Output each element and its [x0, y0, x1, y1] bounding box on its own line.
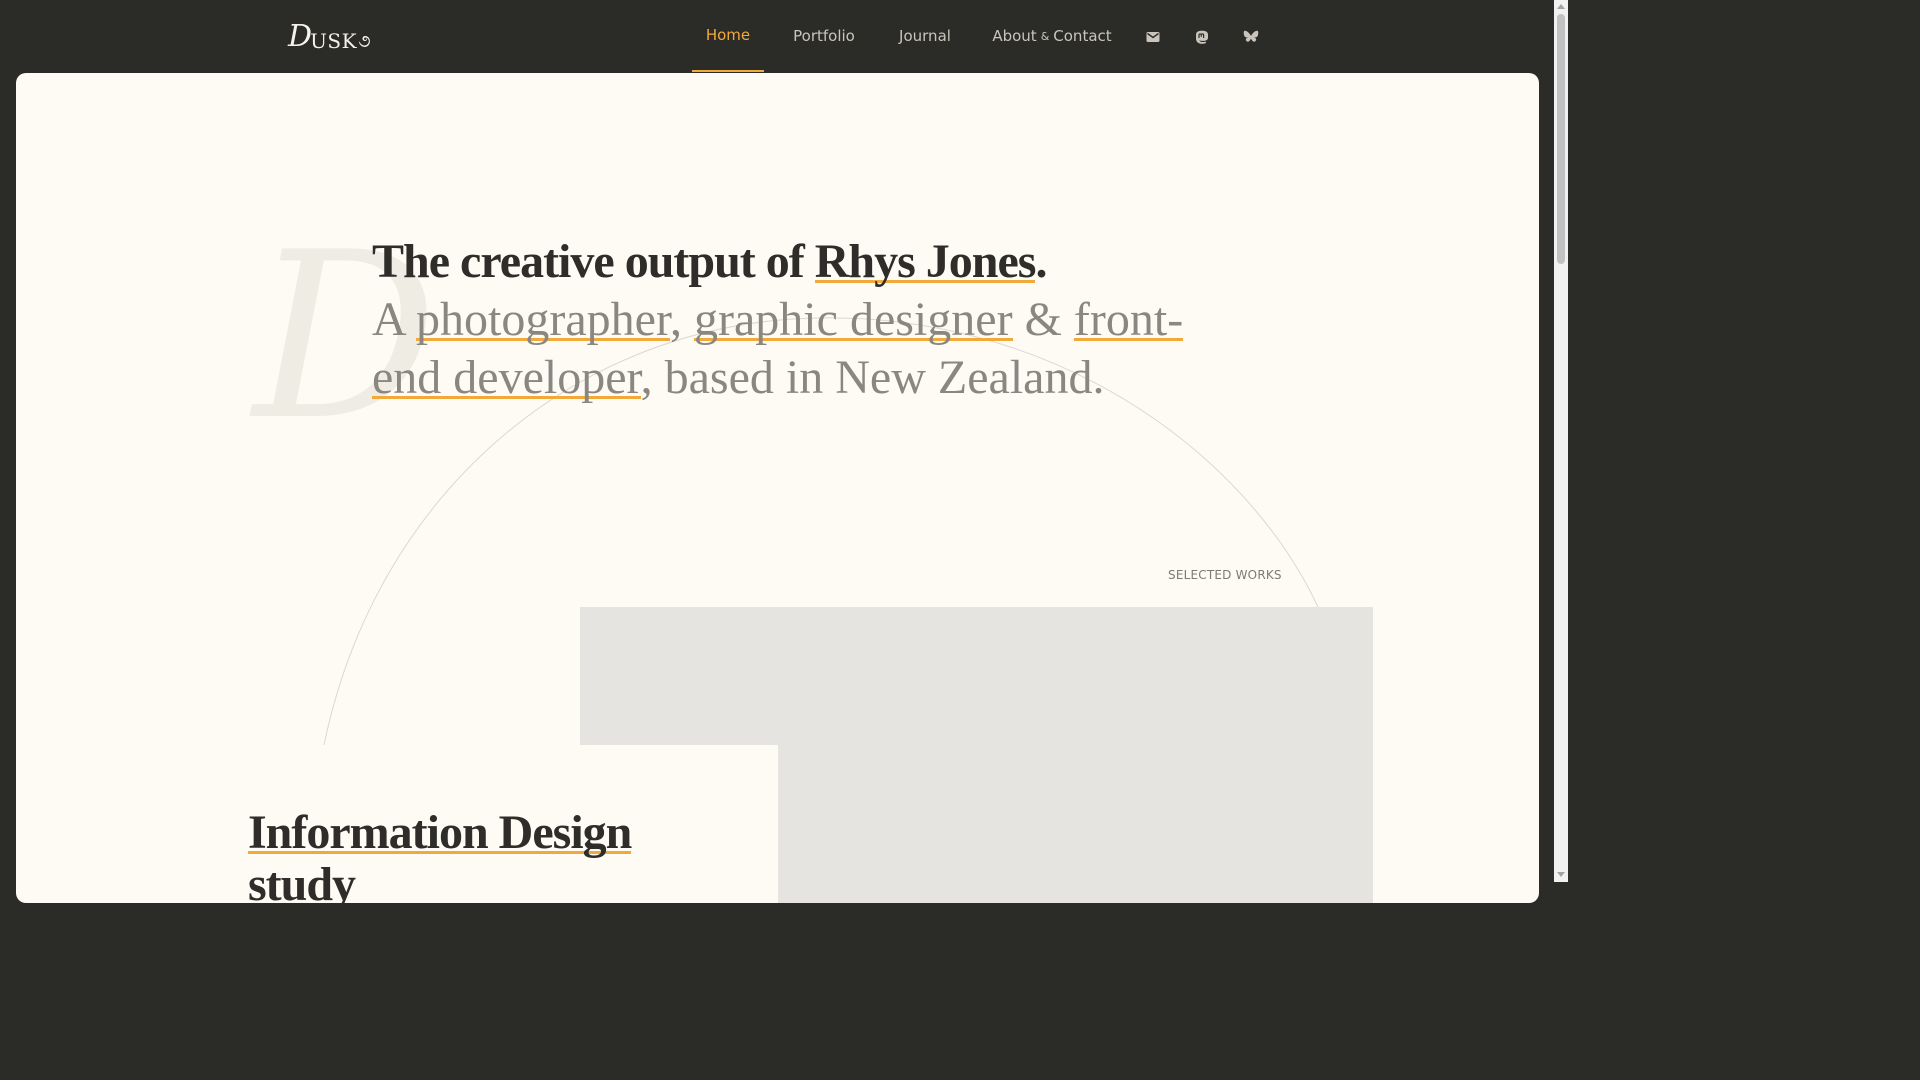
photographer-link[interactable]: photographer: [416, 293, 671, 346]
hero-separator: &: [1012, 293, 1074, 346]
nav-journal[interactable]: Journal: [892, 0, 958, 72]
hero-intro: A: [372, 293, 417, 346]
nav-about-contact[interactable]: About & Contact: [990, 0, 1114, 72]
nav-home[interactable]: Home: [692, 0, 764, 72]
main-nav: Home Portfolio Journal About & Contact: [0, 0, 1554, 73]
author-name-link[interactable]: Rhys Jones: [814, 235, 1036, 288]
scroll-up-arrow-icon[interactable]: [1557, 4, 1565, 9]
hero-period: .: [1035, 235, 1047, 288]
scrollbar-thumb[interactable]: [1557, 14, 1565, 264]
nav-ampersand: &: [1040, 29, 1050, 43]
bluesky-icon[interactable]: [1242, 28, 1260, 46]
scroll-down-arrow-icon[interactable]: [1557, 872, 1565, 877]
nav-contact-label: Contact: [1053, 27, 1112, 45]
mastodon-icon[interactable]: [1193, 28, 1211, 46]
site-header: D USK ૭ Home Portfolio Journal About & C…: [0, 0, 1554, 73]
hero-headline: The creative output of Rhys Jones.: [372, 233, 1252, 291]
page-scrollbar[interactable]: [1554, 0, 1568, 882]
hero-location: , based in New Zealand.: [640, 351, 1105, 404]
main-content: D The creative output of Rhys Jones. A p…: [16, 73, 1539, 903]
graphic-designer-link[interactable]: graphic designer: [694, 293, 1013, 346]
hero-statement: The creative output of Rhys Jones. A pho…: [372, 233, 1252, 407]
hero-separator: ,: [670, 293, 695, 346]
selected-works-heading: SELECTED WORKS: [1168, 568, 1282, 582]
mail-icon[interactable]: [1144, 28, 1162, 46]
hero-prefix: The creative output of: [372, 235, 815, 288]
hero-description: A photographer, graphic designer & front…: [372, 291, 1252, 407]
nav-about-label: About: [992, 27, 1037, 45]
project-title-link[interactable]: Information Design study: [248, 806, 632, 903]
nav-portfolio[interactable]: Portfolio: [786, 0, 862, 72]
project-title[interactable]: Information Design study: [248, 806, 708, 903]
